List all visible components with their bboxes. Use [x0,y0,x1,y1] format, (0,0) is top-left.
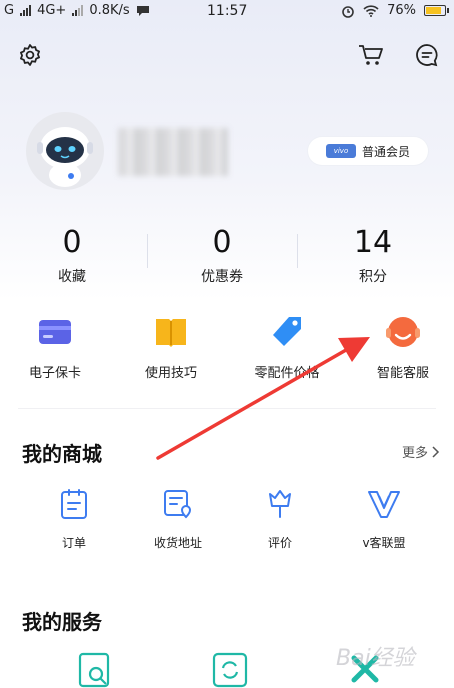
network-speed: 0.8K/s [89,3,130,18]
mall-more-link[interactable]: 更多 [402,442,440,461]
quick-action-warranty-card[interactable]: 电子保卡 [0,314,110,381]
status-right: 76% [341,3,449,18]
status-bar: G 4G+ 0.8K/s 11:57 76% [0,0,454,24]
price-tag-icon [269,314,305,350]
avatar[interactable] [26,112,104,190]
quick-action-label: 电子保卡 [28,366,81,381]
vivo-logo-icon: vivo [325,144,356,158]
stat-label: 收藏 [58,269,86,285]
alarm-icon [342,5,354,18]
stat-points[interactable]: 14 积分 [323,224,423,286]
cart-icon [359,45,383,65]
member-level: 普通会员 [361,144,410,159]
divider [297,234,298,268]
services-section-title: 我的服务 [22,610,102,634]
stat-coupons[interactable]: 0 优惠券 [172,224,272,286]
clock: 11:57 [207,3,248,19]
settings-button[interactable] [16,41,44,69]
watermark: Bai经验 [336,646,415,671]
quick-action-tips[interactable]: 使用技巧 [116,314,226,381]
cart-button[interactable] [357,41,385,69]
stat-label: 积分 [359,269,387,285]
stats-row: 0 收藏 0 优惠券 14 积分 [0,224,454,294]
mall-item-reviews[interactable]: 评价 [240,486,320,551]
gear-icon [20,44,40,66]
stat-value: 0 [212,225,232,260]
address-icon [160,486,196,522]
divider [147,234,148,268]
wifi-icon [363,4,379,17]
section-divider [18,408,436,409]
stat-label: 优惠券 [201,269,243,285]
battery-percent: 76% [387,3,416,18]
service-refresh-icon[interactable] [210,650,250,688]
mall-item-address[interactable]: 收货地址 [138,486,218,551]
card-icon [37,314,73,350]
quick-action-label: 智能客服 [376,366,429,381]
status-left: G 4G+ 0.8K/s [4,3,150,18]
mall-item-label: 收货地址 [153,536,202,550]
quick-action-label: 使用技巧 [144,366,197,381]
network-label: 4G+ [37,3,67,18]
mall-item-label: 订单 [61,536,86,550]
robot-avatar-icon [37,127,93,187]
signal-icon [20,5,32,16]
signal-2-icon [72,5,84,16]
chevron-right-icon [432,445,440,458]
username-redacted [118,128,228,176]
chat-notification-icon [136,5,149,16]
quick-action-parts-price[interactable]: 零配件价格 [232,314,342,381]
quick-action-label: 零配件价格 [254,366,320,381]
order-icon [56,486,92,522]
v-league-icon [366,486,402,522]
robot-face-icon [385,314,421,350]
mall-item-label: v客联盟 [362,536,406,550]
carrier-label: G [4,3,15,18]
book-icon [153,314,189,350]
mall-item-v-league[interactable]: v客联盟 [344,486,424,551]
battery-icon [424,5,449,16]
more-label: 更多 [401,446,428,461]
stat-value: 14 [353,225,393,260]
service-search-icon[interactable] [76,650,116,688]
quick-action-smart-service[interactable]: 智能客服 [348,314,454,381]
member-badge[interactable]: vivo 普通会员 [308,137,428,165]
mall-section-title: 我的商城 [22,442,102,466]
mall-item-orders[interactable]: 订单 [34,486,114,551]
stat-favorites[interactable]: 0 收藏 [22,224,122,286]
message-icon [416,44,438,67]
stat-value: 0 [62,225,82,260]
mall-item-label: 评价 [267,536,292,550]
message-button[interactable] [413,41,441,69]
review-icon [262,486,298,522]
